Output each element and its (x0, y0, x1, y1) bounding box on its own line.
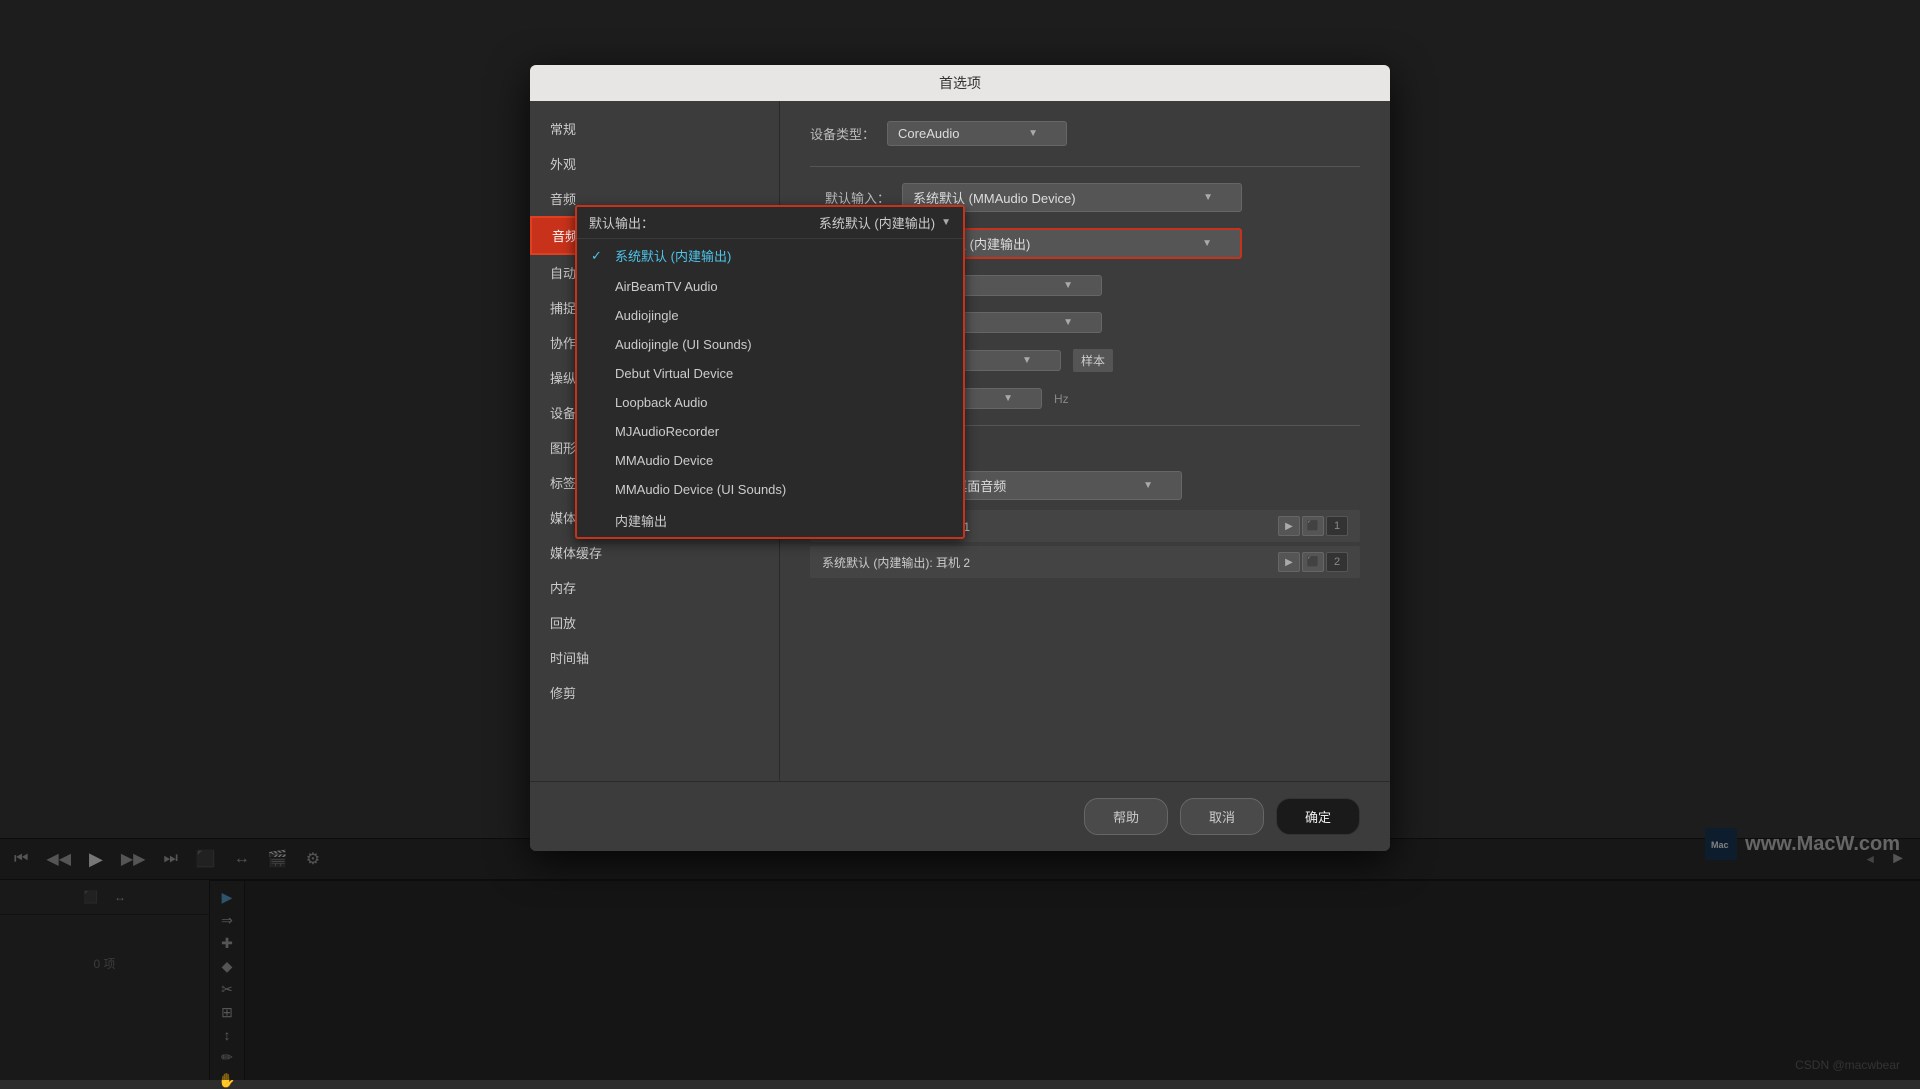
dropdown-item-5[interactable]: Loopback Audio (577, 388, 963, 417)
cancel-button[interactable]: 取消 (1180, 798, 1264, 835)
dropdown-item-2[interactable]: Audiojingle (577, 301, 963, 330)
hz-label: Hz (1054, 392, 1069, 406)
dropdown-header-text: 默认输出： (589, 213, 654, 232)
device-type-select[interactable]: CoreAudio ▼ (887, 121, 1067, 146)
channel-1-play-btn[interactable]: ▶ (1278, 516, 1300, 536)
dropdown-item-8[interactable]: MMAudio Device (UI Sounds) (577, 475, 963, 504)
dropdown-item-1[interactable]: AirBeamTV Audio (577, 272, 963, 301)
output-dropdown-menu: 默认输出： 系统默认 (内建输出) ▼ ✓ 系统默认 (内建输出) AirBea… (575, 205, 965, 539)
clock-source-arrow: ▼ (1063, 317, 1073, 328)
channel-2-play-btn[interactable]: ▶ (1278, 552, 1300, 572)
sidebar-item-media-cache[interactable]: 媒体缓存 (530, 535, 779, 570)
prefs-footer: 帮助 取消 确定 (530, 781, 1390, 851)
channel-2-num: 2 (1326, 552, 1348, 572)
dropdown-item-3[interactable]: Audiojingle (UI Sounds) (577, 330, 963, 359)
channel-1-btns: ▶ ⬛ 1 (1278, 516, 1348, 536)
dropdown-item-7[interactable]: MMAudio Device (577, 446, 963, 475)
sample-badge: 样本 (1073, 349, 1113, 372)
dropdown-item-9[interactable]: 内建输出 (577, 504, 963, 537)
channel-row-2: 系统默认 (内建输出): 耳机 2 ▶ ⬛ 2 (810, 546, 1360, 578)
dropdown-current-value: 系统默认 (内建输出) (819, 213, 935, 232)
device-type-label: 设备类型： (810, 124, 875, 143)
channel-1-square-btn[interactable]: ⬛ (1302, 516, 1324, 536)
default-input-arrow: ▼ (1203, 192, 1213, 203)
dropdown-header: 默认输出： 系统默认 (内建输出) ▼ (577, 207, 963, 239)
help-button[interactable]: 帮助 (1084, 798, 1168, 835)
sidebar-item-appearance[interactable]: 外观 (530, 146, 779, 181)
check-icon-0: ✓ (591, 248, 607, 264)
device-type-arrow: ▼ (1028, 128, 1038, 139)
dialog-title: 首选项 (939, 73, 981, 93)
device-type-row: 设备类型： CoreAudio ▼ (810, 121, 1360, 146)
dialog-titlebar: 首选项 (530, 65, 1390, 101)
sample-rate-arrow: ▼ (1003, 393, 1013, 404)
sidebar-item-general[interactable]: 常规 (530, 111, 779, 146)
divider-1 (810, 166, 1360, 167)
ok-button[interactable]: 确定 (1276, 798, 1360, 835)
dropdown-item-0[interactable]: ✓ 系统默认 (内建输出) (577, 239, 963, 272)
io-buffer-arrow: ▼ (1022, 355, 1032, 366)
default-output-arrow: ▼ (1202, 238, 1212, 249)
sidebar-item-playback[interactable]: 回放 (530, 605, 779, 640)
dropdown-header-value-area: 系统默认 (内建输出) ▼ (819, 213, 951, 232)
sidebar-item-timeline[interactable]: 时间轴 (530, 640, 779, 675)
dropdown-arrow-icon: ▼ (941, 217, 951, 228)
channel-2-btns: ▶ ⬛ 2 (1278, 552, 1348, 572)
dropdown-item-4[interactable]: Debut Virtual Device (577, 359, 963, 388)
channel-2-square-btn[interactable]: ⬛ (1302, 552, 1324, 572)
channel-2-name: 系统默认 (内建输出): 耳机 2 (822, 554, 970, 571)
master-clock-arrow: ▼ (1063, 280, 1073, 291)
modal-overlay: 首选项 常规 外观 音频 音频硬件 自动保存 捕捉 协作 操纵面板 设备控制 图… (0, 0, 1920, 1080)
channel-1-num: 1 (1326, 516, 1348, 536)
sidebar-item-trim[interactable]: 修剪 (530, 675, 779, 710)
map-output-arrow: ▼ (1143, 480, 1153, 491)
sidebar-item-memory[interactable]: 内存 (530, 570, 779, 605)
dropdown-item-6[interactable]: MJAudioRecorder (577, 417, 963, 446)
